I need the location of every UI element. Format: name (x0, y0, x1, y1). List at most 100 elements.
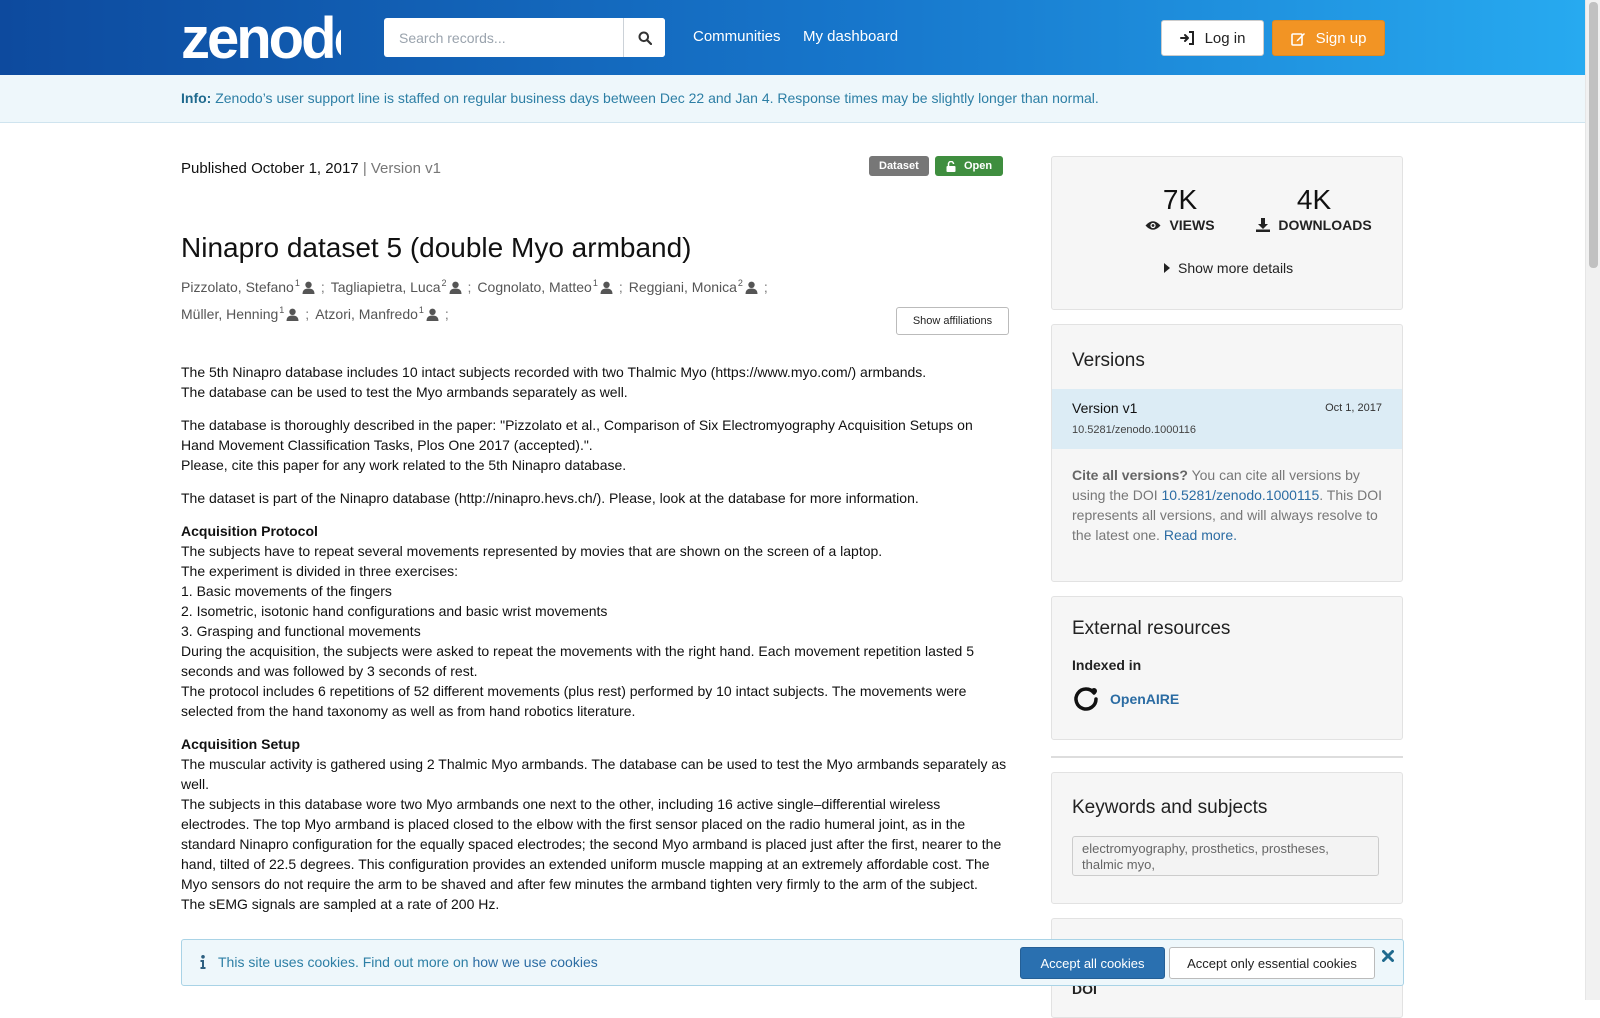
views-count: 7K (1162, 184, 1198, 215)
user-icon (426, 308, 439, 321)
search-bar (384, 18, 665, 57)
login-label: Log in (1204, 29, 1246, 47)
section-heading-setup: Acquisition Setup (181, 736, 300, 752)
creator-affiliation-number: 1 (592, 278, 598, 288)
creator-item[interactable]: Cognolato, Matteo 1; (477, 274, 622, 301)
sign-in-icon (1179, 31, 1194, 45)
downloads-stat: 4K DOWNLOADS (1244, 185, 1384, 233)
keywords-heading: Keywords and subjects (1072, 797, 1268, 818)
external-resources-heading: External resources (1072, 618, 1231, 639)
search-button[interactable] (623, 18, 665, 57)
description-line: selected from the hand taxonomy as well … (181, 703, 636, 719)
description-line: seconds and was followed by 3 seconds of… (181, 663, 478, 679)
views-stat: 7K VIEWS (1120, 185, 1240, 233)
info-label: Info: (181, 90, 212, 106)
cite-all-heading: Cite all versions? (1072, 467, 1188, 483)
show-more-details-toggle[interactable]: Show more details (1164, 260, 1293, 276)
creator-affiliation-number: 2 (737, 278, 743, 288)
description-line: The experiment is divided in three exerc… (181, 563, 459, 579)
eye-icon (1145, 220, 1161, 230)
creator-separator: ; (467, 279, 472, 295)
creator-separator: ; (305, 306, 310, 322)
description-line: 1. Basic movements of the fingers (181, 583, 392, 599)
resource-type-badge[interactable]: Dataset (869, 156, 929, 176)
creator-item[interactable]: Pizzolato, Stefano 1; (181, 274, 325, 301)
versions-card: Versions Version v1 Oct 1, 2017 10.5281/… (1051, 324, 1403, 582)
nav-communities[interactable]: Communities (693, 28, 781, 45)
nav-my-dashboard[interactable]: My dashboard (803, 28, 898, 45)
description-line: standard Ninapro configuration for the e… (181, 836, 1002, 852)
keywords-value: electromyography, prosthetics, prosthese… (1072, 836, 1379, 876)
cite-all-versions-text: Cite all versions? You can cite all vers… (1072, 465, 1387, 545)
downloads-label: DOWNLOADS (1278, 217, 1372, 233)
version-date: Oct 1, 2017 (1325, 402, 1382, 414)
user-icon (600, 281, 613, 294)
version-row-current[interactable]: Version v1 Oct 1, 2017 10.5281/zenodo.10… (1052, 389, 1402, 449)
downloads-label-row: DOWNLOADS (1244, 217, 1384, 233)
description-paragraph: The 5th Ninapro database includes 10 int… (181, 362, 1011, 402)
openaire-link[interactable]: OpenAIRE (1110, 691, 1179, 707)
search-input[interactable] (384, 18, 624, 57)
read-more-link[interactable]: Read more. (1164, 527, 1237, 543)
record-description: The 5th Ninapro database includes 10 int… (181, 362, 1011, 927)
signup-label: Sign up (1315, 29, 1367, 47)
close-icon[interactable] (1382, 950, 1394, 962)
scrollbar-thumb[interactable] (1589, 2, 1598, 268)
version-label: Version v1 (1072, 400, 1138, 416)
description-line: The subjects have to repeat several move… (181, 543, 883, 559)
creator-name: Müller, Henning (181, 306, 279, 322)
description-line: The sEMG signals are sampled at a rate o… (181, 896, 500, 912)
creator-name: Reggiani, Monica (628, 279, 737, 295)
version-text: | Version v1 (362, 160, 441, 177)
description-line: 3. Grasping and functional movements (181, 623, 421, 639)
info-icon (200, 955, 206, 969)
description-line: The database is thoroughly described in … (181, 417, 973, 433)
creator-item[interactable]: Reggiani, Monica 2; (629, 274, 768, 301)
accept-all-cookies-button[interactable]: Accept all cookies (1020, 947, 1165, 979)
show-affiliations-button[interactable]: Show affiliations (896, 307, 1009, 335)
openaire-icon (1074, 687, 1098, 711)
description-line: The database can be used to test the Myo… (181, 384, 628, 400)
show-more-details-label: Show more details (1178, 260, 1294, 276)
creator-affiliation-number: 1 (279, 305, 285, 315)
accept-essential-cookies-button[interactable]: Accept only essential cookies (1169, 947, 1375, 979)
svg-text:zenodo: zenodo (181, 6, 341, 64)
keywords-card: Keywords and subjects electromyography, … (1051, 772, 1403, 904)
description-line: The 5th Ninapro database includes 10 int… (181, 364, 927, 380)
unlock-icon (946, 160, 956, 172)
creator-name: Atzori, Manfredo (315, 306, 418, 322)
info-banner: Info: Zenodo’s user support line is staf… (0, 75, 1585, 123)
setup-paragraph: The muscular activity is gathered using … (181, 754, 1011, 914)
signup-button[interactable]: Sign up (1272, 20, 1385, 56)
cookie-text: This site uses cookies. Find out more on (218, 954, 473, 970)
description-paragraph: The database is thoroughly described in … (181, 415, 1011, 475)
creator-item[interactable]: Tagliapietra, Luca 2; (331, 274, 472, 301)
description-line: 2. Isometric, isotonic hand configuratio… (181, 603, 608, 619)
creator-name: Pizzolato, Stefano (181, 279, 294, 295)
description-line: hand, tilted of 22.5 degrees. This confi… (181, 856, 990, 872)
description-line: Please, cite this paper for any work rel… (181, 457, 627, 473)
downloads-count: 4K (1296, 184, 1332, 215)
description-line: Myo sensors do not require the arm to be… (181, 876, 978, 892)
description-line: electrodes. The top Myo armband is place… (181, 816, 966, 832)
creator-item[interactable]: Müller, Henning 1; (181, 301, 309, 328)
login-button[interactable]: Log in (1161, 20, 1264, 56)
zenodo-logo[interactable]: zenodo (181, 6, 341, 64)
access-badge[interactable]: Open (935, 156, 1003, 176)
info-message: Info: Zenodo’s user support line is staf… (181, 90, 1099, 106)
page-scrollbar[interactable] (1585, 0, 1600, 1000)
user-icon (745, 281, 758, 294)
creator-item[interactable]: Atzori, Manfredo 1; (315, 301, 449, 328)
creator-separator: ; (320, 279, 325, 295)
user-icon (286, 308, 299, 321)
creator-separator: ; (618, 279, 623, 295)
edit-icon (1290, 32, 1305, 46)
section-heading-protocol: Acquisition Protocol (181, 523, 318, 539)
concept-doi-link[interactable]: 10.5281/zenodo.1000115 (1162, 487, 1320, 503)
openaire-link-row[interactable]: OpenAIRE (1072, 685, 1179, 713)
indexed-in-label: Indexed in (1072, 657, 1142, 673)
creator-affiliation-number: 1 (418, 305, 424, 315)
description-line: The muscular activity is gathered using … (181, 756, 1007, 772)
cookie-policy-link[interactable]: how we use cookies (472, 954, 597, 970)
stats-card: 7K VIEWS 4K DOWNLOADS Show more details (1051, 156, 1403, 310)
